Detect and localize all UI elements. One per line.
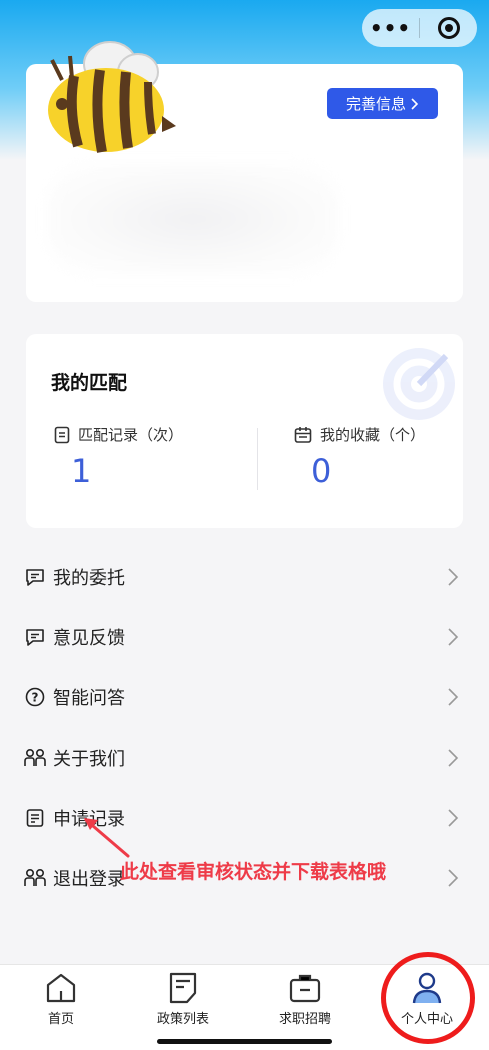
avatar[interactable] <box>38 34 178 164</box>
stat-divider <box>257 428 258 490</box>
annotation-text: 此处查看审核状态并下载表格哦 <box>120 861 387 883</box>
favorites-label: 我的收藏（个） <box>320 426 426 444</box>
chevron-right-icon <box>448 628 459 646</box>
menu-item-smart-qa[interactable]: ? 智能问答 <box>24 677 464 717</box>
menu-item-about[interactable]: 关于我们 <box>24 738 464 778</box>
tab-policy-list[interactable]: 政策列表 <box>122 971 244 1031</box>
user-info-blurred <box>48 164 338 274</box>
annotation-circle <box>381 952 475 1044</box>
menu-item-entrust[interactable]: 我的委托 <box>24 557 464 597</box>
profile-card: 完善信息 <box>26 41 463 302</box>
home-indicator <box>157 1039 332 1044</box>
more-dots-icon[interactable]: ••• <box>362 16 419 40</box>
complete-info-label: 完善信息 <box>345 95 406 113</box>
menu-item-label: 退出登录 <box>53 869 125 890</box>
chevron-right-icon <box>448 869 459 887</box>
tab-home[interactable]: 首页 <box>0 971 122 1031</box>
favorites-value: 0 <box>311 452 332 490</box>
question-icon: ? <box>24 686 46 708</box>
document-icon <box>169 972 197 1004</box>
match-records-value: 1 <box>71 452 92 490</box>
record-icon <box>24 807 46 829</box>
match-records-label: 匹配记录（次） <box>78 426 184 444</box>
match-records-stat[interactable]: 匹配记录（次） <box>54 424 183 445</box>
favorites-stat[interactable]: 我的收藏（个） <box>294 424 425 445</box>
chevron-right-icon <box>448 568 459 586</box>
message-icon <box>24 566 46 588</box>
chevron-right-icon <box>448 688 459 706</box>
calendar-icon <box>294 426 312 443</box>
tab-label: 求职招聘 <box>278 1012 331 1027</box>
people-icon <box>24 747 46 769</box>
mini-program-capsule: ••• <box>362 9 477 47</box>
svg-text:?: ? <box>32 691 39 705</box>
match-card: 我的匹配 匹配记录（次） 1 我的收藏（个） 0 <box>26 334 463 528</box>
tab-jobs[interactable]: 求职招聘 <box>244 971 366 1031</box>
message-icon <box>24 626 46 648</box>
menu-item-label: 关于我们 <box>53 749 125 770</box>
chevron-right-icon <box>448 749 459 767</box>
menu-item-label: 智能问答 <box>53 688 125 709</box>
target-icon <box>383 348 455 420</box>
close-button[interactable] <box>420 17 477 39</box>
menu-item-label: 我的委托 <box>53 568 125 589</box>
tab-label: 政策列表 <box>156 1012 209 1027</box>
tab-label: 首页 <box>47 1012 74 1027</box>
menu-item-label: 意见反馈 <box>53 628 125 649</box>
people-icon <box>24 867 46 889</box>
chevron-right-icon <box>411 97 419 110</box>
record-icon <box>437 17 460 39</box>
complete-info-button[interactable]: 完善信息 <box>327 88 438 119</box>
document-icon <box>54 426 70 443</box>
home-icon <box>46 973 76 1003</box>
briefcase-icon <box>289 974 321 1003</box>
menu-item-feedback[interactable]: 意见反馈 <box>24 617 464 657</box>
match-title: 我的匹配 <box>51 372 128 394</box>
chevron-right-icon <box>448 809 459 827</box>
